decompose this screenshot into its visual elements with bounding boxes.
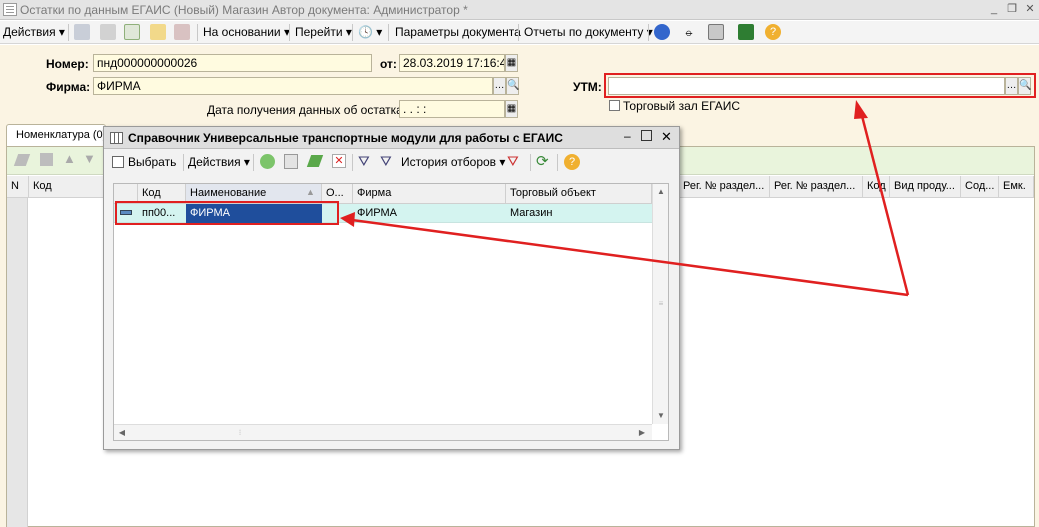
arrow-line-to-row	[351, 218, 909, 297]
annotation-arrows	[340, 100, 910, 297]
arrow-line-to-utm	[859, 111, 910, 296]
arrow-head-utm	[854, 100, 868, 119]
arrow-head-row	[340, 212, 355, 227]
